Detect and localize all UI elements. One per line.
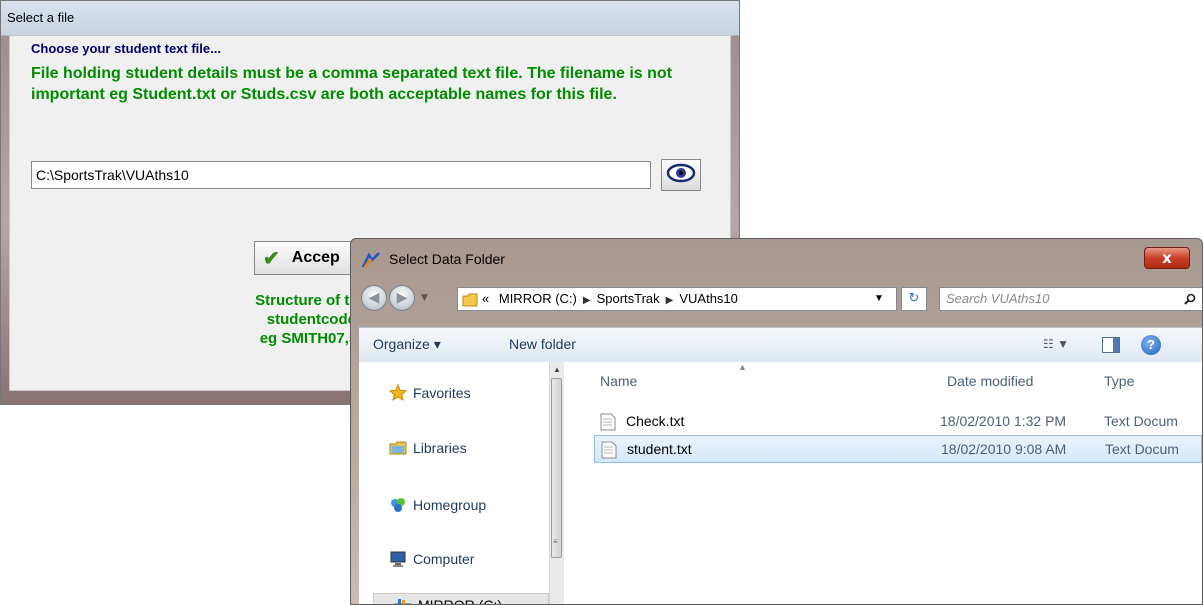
file-description: File holding student details must be a c… (31, 65, 673, 103)
nav-item-favorites[interactable]: Favorites (389, 384, 471, 402)
file-date: 18/02/2010 9:08 AM (941, 441, 1067, 457)
nav-item-homegroup[interactable]: Homegroup (389, 496, 486, 514)
nav-item-label: Libraries (413, 440, 467, 456)
nav-item-label: Computer (413, 551, 475, 567)
nav-item-libraries[interactable]: Libraries (389, 440, 467, 456)
address-bar[interactable]: « MIRROR (C:) ▶ SportsTrak ▶ VUAths10 ▼ (457, 287, 897, 311)
back-button[interactable]: ◀ (361, 285, 387, 311)
path-input[interactable]: C:\SportsTrak\VUAths10 (31, 161, 651, 189)
refresh-button[interactable]: ↻ (901, 287, 927, 311)
forward-button[interactable]: ▶ (389, 285, 415, 311)
browser-body: Favorites Libraries Homegroup Computer M… (359, 362, 1202, 604)
file-row-check[interactable]: Check.txt 18/02/2010 1:32 PM Text Docum (594, 408, 1202, 436)
preview-pane-icon[interactable] (1102, 337, 1120, 353)
file-type: Text Docum (1104, 413, 1178, 429)
text-file-icon (601, 441, 617, 462)
search-icon (1184, 288, 1196, 312)
column-header-name[interactable]: Name (600, 373, 637, 389)
eye-icon (666, 162, 696, 188)
scroll-thumb[interactable] (551, 378, 562, 558)
breadcrumb-item[interactable]: SportsTrak (597, 291, 660, 306)
breadcrumb-item[interactable]: MIRROR (C:) (499, 291, 577, 306)
nav-item-label: Favorites (413, 385, 471, 401)
breadcrumb-overflow[interactable]: « (482, 291, 489, 306)
file-date: 18/02/2010 1:32 PM (940, 413, 1067, 429)
command-toolbar: Organize ▾ New folder ☷ ▼ ? (359, 327, 1202, 363)
address-dropdown-icon[interactable]: ▼ (874, 288, 884, 310)
app-icon (361, 251, 381, 273)
new-folder-button[interactable]: New folder (509, 336, 576, 352)
chevron-right-icon[interactable]: ▶ (583, 295, 591, 306)
close-button[interactable]: x (1144, 247, 1190, 269)
sort-arrow-icon: ▲ (738, 362, 747, 372)
breadcrumb-item[interactable]: VUAths10 (679, 291, 738, 306)
star-icon (389, 384, 407, 402)
title-bar: Select a file (1, 1, 739, 36)
computer-icon (390, 551, 406, 567)
dialog-title: Select Data Folder (389, 251, 505, 267)
nav-scrollbar[interactable]: ▲ ≡ (549, 362, 564, 604)
navigation-pane: Favorites Libraries Homegroup Computer M… (359, 362, 564, 604)
file-type: Text Docum (1105, 441, 1179, 457)
nav-item-label: Homegroup (413, 497, 487, 513)
breadcrumb: « MIRROR (C:) ▶ SportsTrak ▶ VUAths10 (482, 288, 738, 312)
drive-label: MIRROR (C:) (418, 597, 502, 605)
organize-button[interactable]: Organize ▾ (373, 336, 441, 353)
file-row-student[interactable]: student.txt 18/02/2010 9:08 AM Text Docu… (594, 435, 1202, 463)
drive-icon (394, 599, 412, 604)
search-placeholder: Search VUAths10 (946, 291, 1050, 306)
help-icon[interactable]: ? (1141, 335, 1161, 355)
views-icon[interactable]: ☷ ▼ (1043, 337, 1069, 351)
libraries-icon (389, 441, 407, 455)
folder-icon (462, 292, 478, 314)
address-row: ◀ ▶ ▼ « MIRROR (C:) ▶ SportsTrak ▶ VUAths10 … (361, 283, 1202, 315)
column-headers: Name ▲ Date modified Type (564, 362, 1202, 398)
accept-label: Accep (291, 249, 340, 266)
file-name: student.txt (627, 441, 692, 457)
choose-heading: Choose your student text file... (31, 41, 221, 56)
title-bar: Select Data Folder x (351, 239, 1202, 279)
scroll-up-icon[interactable]: ▲ (553, 365, 561, 374)
file-list: Name ▲ Date modified Type Check.txt 18/0… (564, 362, 1202, 604)
column-header-date[interactable]: Date modified (947, 373, 1033, 389)
column-header-type[interactable]: Type (1104, 373, 1134, 389)
select-data-folder-dialog: Select Data Folder x ◀ ▶ ▼ « MIRROR (C:)… (350, 238, 1203, 605)
browse-button[interactable] (661, 159, 701, 191)
text-file-icon (600, 413, 616, 434)
search-input[interactable]: Search VUAths10 (939, 287, 1202, 312)
nav-item-computer[interactable]: Computer (389, 550, 474, 568)
checkmark-icon: ✔ (263, 247, 280, 270)
dialog-title: Select a file (7, 10, 75, 25)
homegroup-icon (391, 498, 405, 512)
nav-item-drive[interactable]: MIRROR (C:) (373, 593, 549, 605)
scroll-grip-icon: ≡ (553, 537, 558, 546)
history-dropdown-icon[interactable]: ▼ (421, 293, 428, 303)
chevron-right-icon[interactable]: ▶ (666, 295, 674, 306)
file-name: Check.txt (626, 413, 685, 429)
